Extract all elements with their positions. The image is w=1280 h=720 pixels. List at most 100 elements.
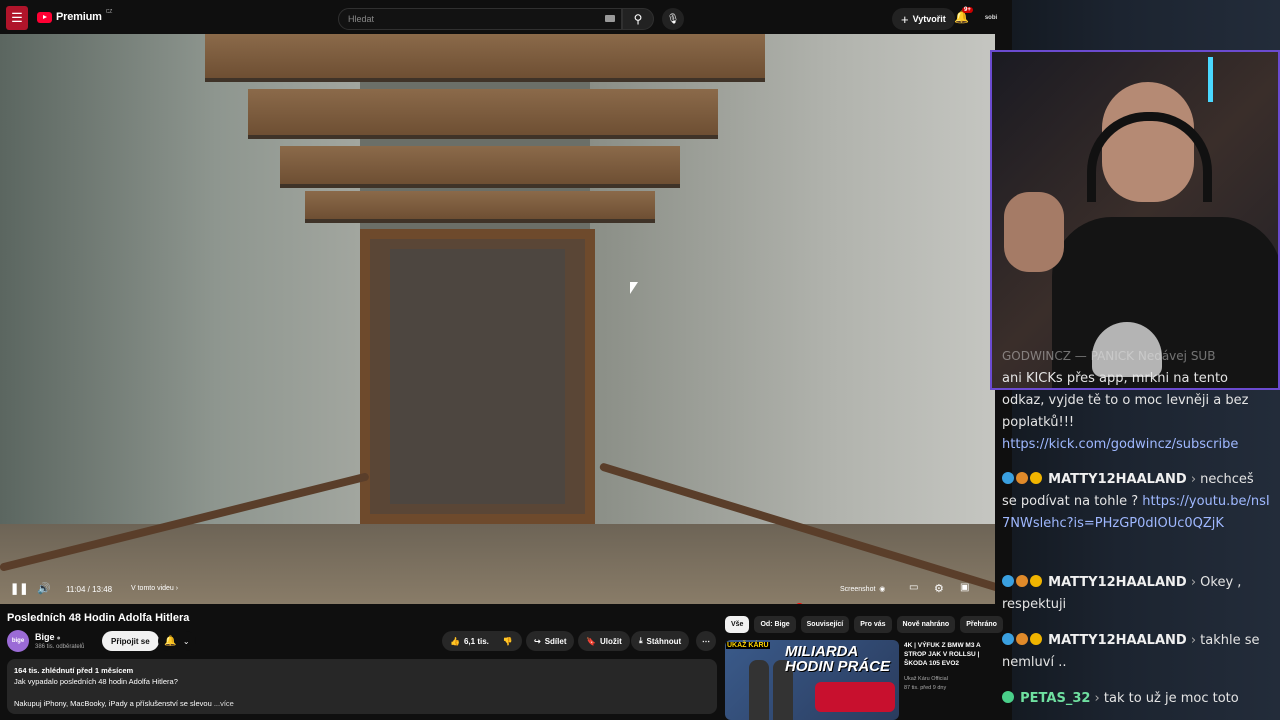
subscriber-count: 386 tis. odběratelů [35,644,85,650]
chat-message-partial: ani KICKs přes app, mrkni na tento odkaz… [1002,368,1272,456]
subscription-bell-button[interactable]: 🔔 ⌄ [158,631,196,651]
chat-username[interactable]: MATTY12HAALAND [1048,575,1187,590]
logo-country: CZ [105,9,113,15]
miniplayer-button[interactable]: ▣ [960,582,969,593]
camera-icon: ◉ [875,586,886,593]
screenshot-label: Screenshot [840,585,876,593]
save-label: Uložit [599,636,622,646]
pause-button[interactable]: ❚❚ [10,582,28,595]
pause-icon: ❚❚ [10,583,29,595]
video-frame-stair [248,89,718,139]
recommended-channel[interactable]: Ukaž Káru Official [904,675,948,684]
badge-icon [1030,575,1042,587]
chat-message: MATTY12HAALAND › takhle se nemluví .. [1002,630,1272,674]
video-frame-stair [205,34,765,82]
youtube-logo[interactable]: Premium CZ [37,9,113,23]
logo-text: Premium [56,11,102,23]
create-label: Vytvořit [912,14,946,24]
chat-message: MATTY12HAALAND › nechceš se podívat na t… [1002,469,1272,535]
voice-search-button[interactable]: 🎙 [662,8,684,30]
search-button[interactable]: ⚲ [622,8,654,30]
search-input[interactable]: Hledat [338,8,622,30]
chat-message: PETAS_32 › tak to už je moc toto [1002,688,1272,710]
download-icon: ⤓ [639,636,643,645]
chat-separator: › [1186,633,1201,648]
chat-message: MATTY12HAALAND › Okey , respektuji [1002,572,1272,616]
notification-badge: 9+ [962,7,973,13]
plus-icon: + [901,11,909,27]
description-line: Nakupuj iPhony, MacBooky, iPady a příslu… [14,699,212,708]
chip-related[interactable]: Související [800,616,850,633]
thumbnail-text: MILIARDA HODIN PRÁCE [785,643,891,675]
video-frame-stair [280,146,680,188]
chat-separator: › [1090,691,1104,706]
thumbnail-car [815,682,895,712]
chip-for-you[interactable]: Pro vás [854,616,892,633]
recommended-video-title[interactable]: 4K | VÝFUK Z BMW M3 A STROP JAK V ROLLSU… [904,641,999,668]
chat-separator: › [1186,575,1201,590]
download-button[interactable]: ⤓ Stáhnout [631,631,690,651]
channel-avatar[interactable]: bige [7,630,29,652]
bell-icon: 🔔 [164,635,177,647]
video-frame-stair [305,191,655,223]
create-button[interactable]: + Vytvořit [892,8,955,30]
chat-username[interactable]: MATTY12HAALAND [1048,633,1187,648]
channel-name[interactable]: Bige ● [35,632,61,642]
video-title: Posledních 48 Hodin Adolfa Hitlera [7,612,190,624]
keyboard-icon[interactable] [605,15,615,22]
search-icon: ⚲ [633,12,643,26]
channel-name-text: Bige [35,632,55,642]
share-button[interactable]: ↪ Sdílet [526,631,575,651]
dislike-icon[interactable]: 👎 [503,637,513,646]
account-avatar[interactable]: sobi [982,11,1000,25]
volume-button[interactable]: 🔊 [37,582,51,595]
mic-icon: 🎙 [666,13,680,25]
gear-icon: ⚙ [934,583,944,595]
video-frame-door-panel [390,249,565,504]
bookmark-icon: 🔖 [586,636,596,646]
badge-icon [1030,472,1042,484]
chat-text: ani KICKs přes app, mrkni na tento odkaz… [1002,371,1249,430]
hamburger-icon: ☰ [11,10,23,25]
join-button[interactable]: Připojit se [102,631,159,651]
chat-text: tak to už je moc toto [1103,691,1239,706]
thumbs-up-icon: 👍 [450,636,460,646]
notifications-button[interactable]: 🔔 9+ [954,7,973,24]
chevron-right-icon: › [173,585,179,592]
show-more-link[interactable]: ...více [214,699,234,708]
chip-recently-uploaded[interactable]: Nově nahráno [896,616,956,633]
badge-icon [1002,472,1014,484]
chip-from-channel[interactable]: Od: Bige [754,616,796,633]
menu-button[interactable]: ☰ [6,6,28,30]
subtitles-icon: ▭ [909,582,919,593]
chip-watched[interactable]: Přehráno [960,616,1003,633]
like-count: 6,1 tis. [463,636,489,646]
share-icon: ↪ [534,636,541,646]
youtube-play-icon [37,11,52,23]
subtitles-button[interactable]: ▭ [909,582,918,593]
webcam-feed [990,50,1280,390]
video-frame-door [360,229,595,524]
badge-icon [1002,575,1014,587]
youtube-window: ☰ Premium CZ Hledat ⚲ 🎙 + Vytvořit 🔔 9+ so… [0,0,1012,720]
chapter-label: V tomto videu [131,585,174,592]
video-player[interactable] [0,34,995,604]
verified-icon: ● [54,635,61,642]
chip-all[interactable]: Vše [725,616,750,633]
volume-icon: 🔊 [37,583,51,595]
progress-scrubber[interactable] [794,603,804,604]
badge-icon [1016,575,1028,587]
badge-icon [1016,472,1028,484]
chapter-button[interactable]: V tomto videu › [131,585,178,592]
chat-username[interactable]: PETAS_32 [1020,691,1090,706]
like-button[interactable]: 👍 6,1 tis. 👎 [442,631,522,651]
chat-username[interactable]: MATTY12HAALAND [1048,472,1187,487]
settings-button[interactable]: ⚙ [934,582,944,595]
screenshot-button[interactable]: Screenshot ◉ [840,585,886,594]
recommended-video-thumbnail[interactable]: UKAŽ KÁRU MILIARDA HODIN PRÁCE [725,640,899,720]
chat-link[interactable]: https://kick.com/godwincz/subscribe [1002,437,1238,452]
save-button[interactable]: 🔖 Uložit [578,631,630,651]
description-box[interactable]: 164 tis. zhlédnutí před 1 měsícem Jak vy… [7,659,717,714]
more-actions-button[interactable]: ⋯ [696,631,716,651]
time-display: 11:04 / 13:48 [66,585,113,594]
